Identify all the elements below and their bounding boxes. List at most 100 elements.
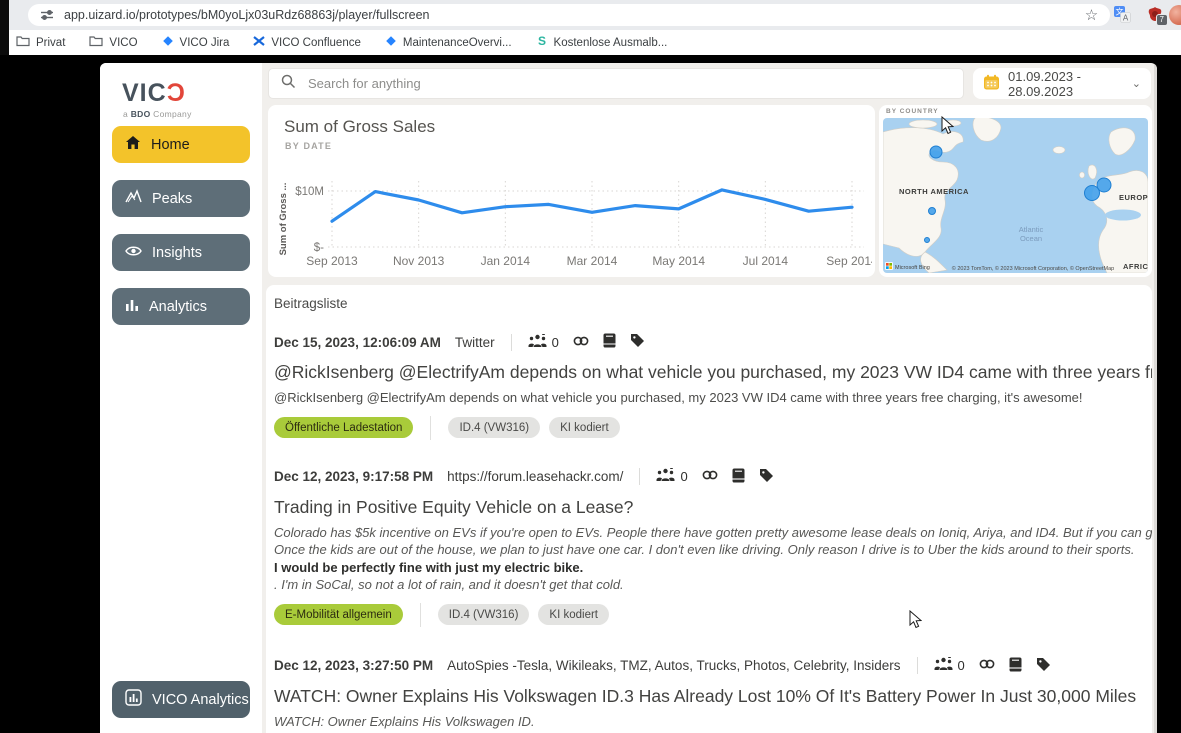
book-icon[interactable] [1009, 657, 1022, 675]
post-body-line: I would be perfectly fine with just my e… [274, 559, 1152, 577]
line-chart: $10M$-Sum of Gross ...Sep 2013Nov 2013Ja… [274, 155, 872, 273]
sidebar-item-peaks[interactable]: Peaks [112, 180, 250, 217]
bookmark-label: Kostenlose Ausmalb... [554, 37, 668, 49]
svg-text:Nov 2013: Nov 2013 [393, 254, 445, 268]
divider [639, 468, 640, 485]
post-body-line: . I'm in SoCal, so not a lot of rain, an… [274, 576, 1152, 594]
book-icon[interactable] [603, 333, 616, 351]
sidebar-item-analytics[interactable]: Analytics [112, 288, 250, 325]
bookmark-item[interactable]: Privat [16, 35, 65, 50]
site-settings-icon[interactable] [38, 7, 55, 24]
svg-text:May 2014: May 2014 [652, 254, 705, 268]
divider [430, 416, 431, 440]
sidebar-item-label: Analytics [149, 299, 207, 315]
bookmark-label: VICO Confluence [271, 37, 361, 49]
url-text[interactable]: app.uizard.io/prototypes/bM0yoLjx03uRdz6… [64, 8, 430, 22]
tag-pill[interactable]: KI kodiert [538, 604, 609, 625]
bookmark-item[interactable]: VICO Confluence [253, 35, 361, 50]
bookmark-item[interactable]: S Kostenlose Ausmalb... [536, 35, 668, 50]
post-source[interactable]: Twitter [455, 335, 495, 350]
address-bar[interactable]: app.uizard.io/prototypes/bM0yoLjx03uRdz6… [28, 4, 1110, 26]
bookmark-label: VICO Jira [180, 37, 230, 49]
bookmark-item[interactable]: MaintenanceOvervi... [385, 35, 512, 50]
svg-text:Sep 2013: Sep 2013 [306, 254, 358, 268]
folder-icon [89, 35, 103, 50]
analytics-box-icon [125, 689, 142, 710]
bookmark-item[interactable]: VICO [89, 35, 137, 50]
jira-icon [162, 35, 174, 50]
browser-toolbar: app.uizard.io/prototypes/bM0yoLjx03uRdz6… [0, 0, 1181, 30]
post-body: Colorado has $5k incentive on EVs if you… [274, 524, 1152, 594]
bing-map[interactable]: NORTH AMERICAEUROPEAFRICAAtlanticOceanMi… [883, 118, 1148, 273]
s-icon: S [536, 35, 548, 50]
sidebar-item-home[interactable]: Home [112, 126, 250, 163]
post-body-line: @RickIsenberg @ElectrifyAm depends on wh… [274, 389, 1152, 407]
svg-text:Jan 2014: Jan 2014 [481, 254, 531, 268]
bdo-company-label: a BDO Company [123, 109, 192, 119]
svg-text:EUROPE: EUROPE [1119, 193, 1148, 202]
translate-icon[interactable]: 文 A [1114, 6, 1131, 23]
tag-pill[interactable]: Öffentliche Ladestation [274, 417, 413, 438]
post-title[interactable]: @RickIsenberg @ElectrifyAm depends on wh… [274, 362, 1152, 383]
date-range-picker[interactable]: 01.09.2023 - 28.09.2023 ⌄ [973, 68, 1151, 99]
book-icon[interactable] [732, 468, 745, 486]
post-title[interactable]: Trading in Positive Equity Vehicle on a … [274, 497, 1152, 518]
post-source[interactable]: AutoSpies -Tesla, Wikileaks, TMZ, Autos,… [447, 658, 900, 673]
post-title[interactable]: WATCH: Owner Explains His Volkswagen ID.… [274, 686, 1152, 707]
link-icon[interactable] [702, 468, 718, 485]
link-icon[interactable] [979, 657, 995, 674]
sidebar-item-label: VICO Analytics [152, 692, 249, 708]
link-icon[interactable] [573, 334, 589, 351]
search-icon [281, 74, 296, 94]
tag-pill[interactable]: E-Mobilität allgemein [274, 604, 403, 625]
posts-feed-card: Beitragsliste Dec 15, 2023, 12:06:09 AMT… [266, 285, 1152, 733]
home-icon [125, 135, 141, 154]
svg-text:S: S [538, 35, 546, 47]
chart-title: Sum of Gross Sales [284, 117, 435, 137]
bar-chart-icon [125, 298, 139, 316]
svg-text:Ocean: Ocean [1020, 234, 1042, 243]
vico-logo: VICƆ [122, 79, 186, 108]
post-source[interactable]: https://forum.leasehackr.com/ [447, 469, 623, 484]
reach-count: 0 [680, 469, 687, 484]
users-icon[interactable] [656, 468, 675, 485]
post-body-line: Once the kids are out of the house, we p… [274, 541, 1152, 559]
post-body-line: Colorado has $5k incentive on EVs if you… [274, 524, 1152, 542]
sidebar-item-insights[interactable]: Insights [112, 234, 250, 271]
vico-app: VICƆ a BDO Company Home Peaks Insights Anal… [100, 63, 1157, 733]
player-backdrop: VICƆ a BDO Company Home Peaks Insights Anal… [0, 55, 1181, 733]
post-meta-row: Dec 15, 2023, 12:06:09 AMTwitter0 [274, 333, 1152, 351]
tag-pill[interactable]: ID.4 (VW316) [438, 604, 530, 625]
confluence-icon [253, 35, 265, 50]
bookmark-star-icon[interactable]: ☆ [1083, 7, 1100, 24]
date-range-label: 01.09.2023 - 28.09.2023 [1008, 69, 1122, 99]
svg-text:$-: $- [314, 242, 324, 254]
users-icon[interactable] [934, 657, 953, 674]
eye-icon [125, 245, 142, 261]
feed-post: Dec 15, 2023, 12:06:09 AMTwitter0 @RickIs… [274, 333, 1152, 440]
post-date: Dec 12, 2023, 9:17:58 PM [274, 469, 433, 484]
jira-icon [385, 35, 397, 50]
sidebar-item-vico-analytics[interactable]: VICO Analytics [112, 681, 250, 718]
sidebar-item-label: Peaks [152, 191, 192, 207]
bookmark-label: Privat [36, 37, 65, 49]
bookmarks-bar: Privat VICO VICO Jira VICO Confluence Mainte… [0, 30, 1181, 55]
search-input[interactable]: Search for anything [268, 68, 964, 99]
bookmark-item[interactable]: VICO Jira [162, 35, 230, 50]
tag-icon[interactable] [1036, 657, 1051, 675]
tag-icon[interactable] [630, 333, 645, 351]
tag-pill[interactable]: KI kodiert [549, 417, 620, 438]
search-placeholder: Search for anything [308, 76, 421, 91]
svg-text:Mar 2014: Mar 2014 [567, 254, 618, 268]
tag-icon[interactable] [759, 468, 774, 486]
screen-edge [0, 0, 9, 55]
extension-icon[interactable]: 7 [1146, 5, 1163, 22]
users-icon[interactable] [528, 334, 547, 351]
tag-pill[interactable]: ID.4 (VW316) [448, 417, 540, 438]
scrollbar[interactable] [1154, 63, 1157, 733]
chart-subtitle: BY DATE [285, 141, 332, 151]
post-body: @RickIsenberg @ElectrifyAm depends on wh… [274, 389, 1152, 407]
svg-text:NORTH AMERICA: NORTH AMERICA [899, 187, 969, 196]
post-meta-row: Dec 12, 2023, 3:27:50 PMAutoSpies -Tesla… [274, 657, 1152, 675]
profile-avatar[interactable] [1169, 5, 1181, 25]
